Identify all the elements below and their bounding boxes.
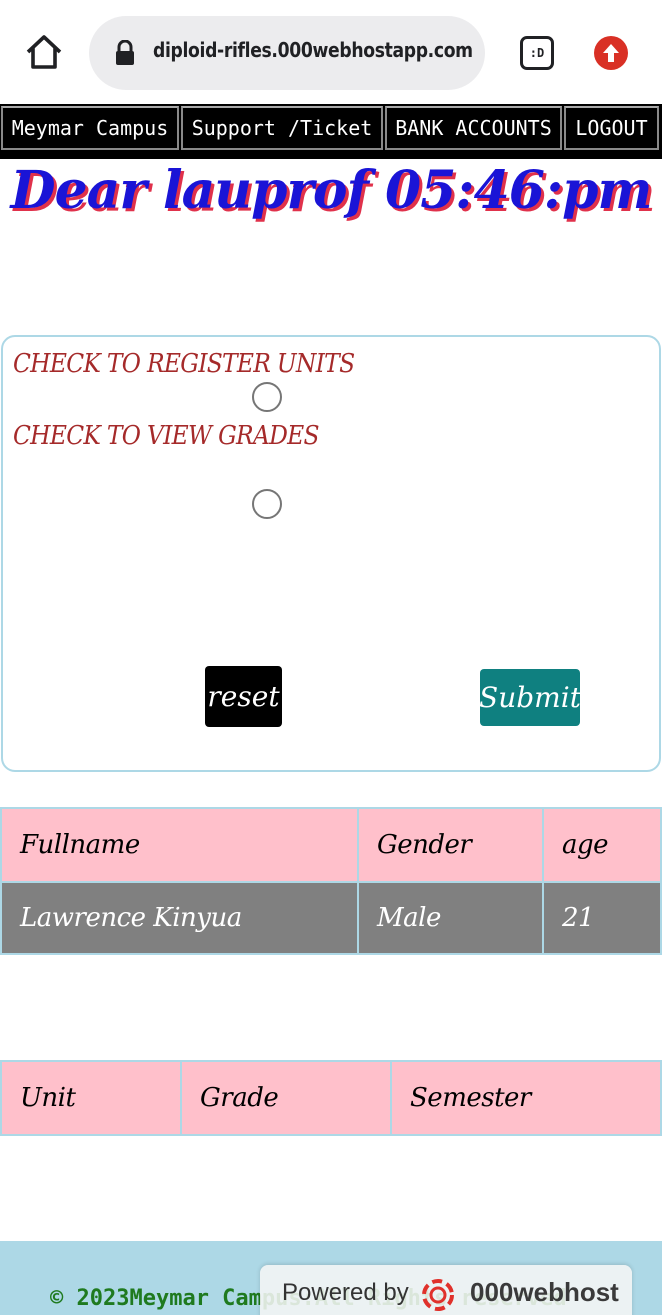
student-table: Fullname Gender age Lawrence Kinyua Male… [0, 807, 662, 955]
header-age: age [542, 807, 662, 883]
reset-button[interactable]: reset [205, 666, 282, 727]
cell-gender: Male [357, 881, 544, 955]
table-header-row: Unit Grade Semester [0, 1060, 662, 1136]
webhost-logo-icon [416, 1273, 460, 1313]
update-icon[interactable] [594, 36, 628, 70]
url-text[interactable]: diploid-rifles.000webhostapp.com [153, 38, 473, 62]
webhost-brand-text: 000webhost [470, 1277, 619, 1307]
tab-switcher-icon[interactable]: :D [520, 36, 554, 70]
grades-table: Unit Grade Semester [0, 1060, 662, 1136]
browser-toolbar: diploid-rifles.000webhostapp.com :D [0, 0, 662, 104]
cell-age: 21 [542, 881, 662, 955]
action-form: CHECK TO REGISTER UNITS CHECK TO VIEW GR… [1, 335, 661, 772]
footer: © 2023Meymar Campus:All Rights reserved … [0, 1241, 662, 1315]
powered-by-text: Powered by [282, 1279, 409, 1306]
nav-item-bank-accounts[interactable]: BANK ACCOUNTS [385, 106, 562, 150]
table-header-row: Fullname Gender age [0, 807, 662, 883]
table-row: Lawrence Kinyua Male 21 [0, 881, 662, 955]
cell-fullname: Lawrence Kinyua [0, 881, 359, 955]
view-grades-radio[interactable] [252, 489, 282, 519]
powered-by-badge[interactable]: Powered by 000webhost [260, 1265, 632, 1315]
view-grades-label: CHECK TO VIEW GRADES [13, 421, 320, 451]
header-semester: Semester [390, 1060, 662, 1136]
submit-button[interactable]: Submit [479, 669, 581, 726]
register-units-label: CHECK TO REGISTER UNITS [13, 349, 355, 379]
header-fullname: Fullname [0, 807, 359, 883]
register-units-radio[interactable] [252, 382, 282, 412]
home-icon[interactable] [22, 30, 66, 74]
top-nav: Meymar Campus Support /Ticket BANK ACCOU… [0, 104, 662, 159]
header-grade: Grade [180, 1060, 392, 1136]
header-gender: Gender [357, 807, 544, 883]
lock-icon [114, 39, 136, 66]
header-unit: Unit [0, 1060, 182, 1136]
greeting-heading: Dear lauprof 05:46:pm [10, 160, 652, 221]
nav-item-logout[interactable]: LOGOUT [564, 106, 659, 150]
nav-item-support-ticket[interactable]: Support /Ticket [181, 106, 383, 150]
nav-item-meymar-campus[interactable]: Meymar Campus [1, 106, 179, 150]
